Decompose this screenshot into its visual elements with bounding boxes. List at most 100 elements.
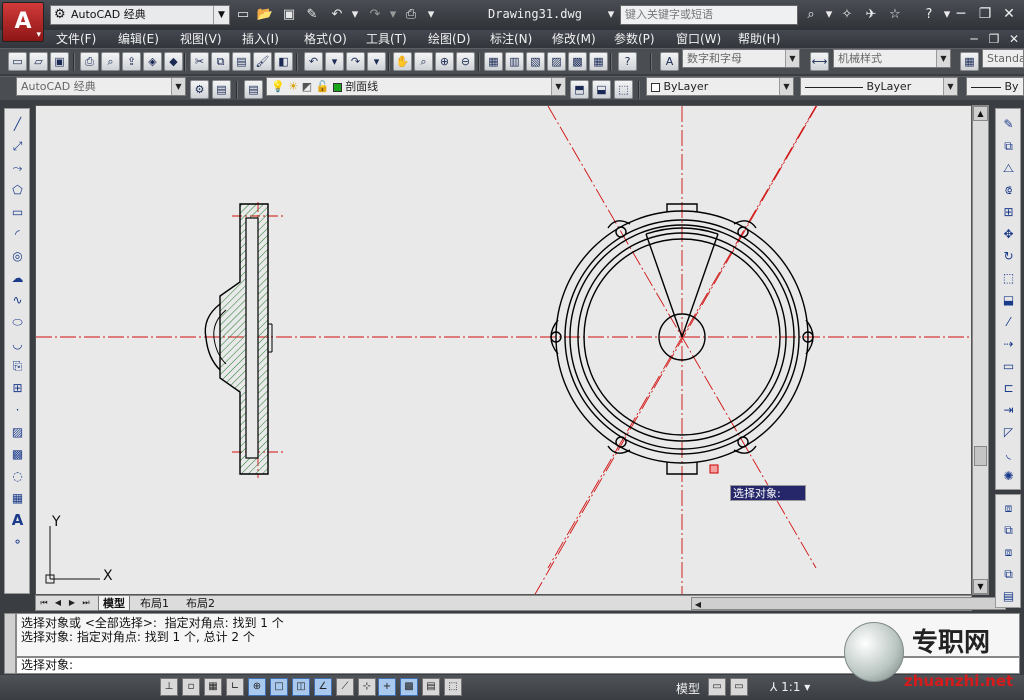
redo-dropdown-icon[interactable]: ▾ <box>384 6 402 24</box>
first-tab-icon[interactable]: ⏮ <box>38 597 50 609</box>
dynamic-ucs-icon[interactable]: ⟋ <box>336 678 354 696</box>
erase-icon[interactable]: ✎ <box>999 115 1018 134</box>
make-object-layer-current-icon[interactable]: ⬒ <box>570 80 589 99</box>
quick-view-drawings-icon[interactable]: ▭ <box>730 678 748 696</box>
selection-grip[interactable] <box>709 464 719 474</box>
bring-above-icon[interactable]: ⧈ <box>999 543 1018 562</box>
multiline-text-icon[interactable]: A <box>8 511 27 530</box>
zoom-previous-icon[interactable]: ⊖ <box>456 52 475 71</box>
chevron-down-icon[interactable]: ▼ <box>785 50 799 67</box>
spline-icon[interactable]: ∿ <box>8 291 27 310</box>
add-selected-icon[interactable]: ⚬ <box>8 533 27 552</box>
menu-draw[interactable]: 绘图(D) <box>428 31 471 47</box>
window-restore-icon[interactable]: ❐ <box>974 4 996 24</box>
new-icon[interactable]: ▭ <box>8 52 27 71</box>
drawing-svg[interactable]: Y X <box>36 106 972 595</box>
gradient-icon[interactable]: ▩ <box>8 445 27 464</box>
pan-icon[interactable]: ✋ <box>393 52 412 71</box>
layer-thaw-sun-icon[interactable]: ☀ <box>288 80 298 93</box>
mirror-icon[interactable]: ⧍ <box>999 159 1018 178</box>
lineweight-select[interactable]: By <box>966 77 1024 96</box>
polyline-icon[interactable]: ⤳ <box>8 159 27 178</box>
linetype-select[interactable]: ByLayer ▼ <box>800 77 958 96</box>
sheet-set-icon[interactable]: ▨ <box>547 52 566 71</box>
paste-icon[interactable]: ▤ <box>232 52 251 71</box>
chevron-down-icon[interactable]: ▼ <box>936 50 950 67</box>
construction-line-icon[interactable]: ⤢ <box>8 137 27 156</box>
menu-parametric[interactable]: 参数(P) <box>614 31 655 47</box>
region-icon[interactable]: ◌ <box>8 467 27 486</box>
drawing-canvas[interactable]: Y X <box>35 105 972 595</box>
dynamic-input-icon[interactable]: ⊹ <box>358 678 376 696</box>
scroll-left-icon[interactable]: ◀ <box>692 599 704 611</box>
snap-mode-icon[interactable]: ▫ <box>182 678 200 696</box>
table-icon[interactable]: ▦ <box>8 489 27 508</box>
etransmit-icon[interactable]: ◆ <box>164 52 183 71</box>
tab-model[interactable]: 模型 <box>98 596 130 611</box>
scale-icon[interactable]: ⬚ <box>999 269 1018 288</box>
vertical-scroll-thumb[interactable] <box>974 446 987 466</box>
scroll-up-icon[interactable]: ▲ <box>973 106 988 121</box>
cut-icon[interactable]: ✂ <box>190 52 209 71</box>
save-icon[interactable]: ▣ <box>280 6 298 24</box>
move-icon[interactable]: ✥ <box>999 225 1018 244</box>
quick-properties-icon[interactable]: ▤ <box>422 678 440 696</box>
layer-unlock-icon[interactable]: 🔓 <box>315 80 329 93</box>
offset-icon[interactable]: ⟃ <box>999 181 1018 200</box>
menu-file[interactable]: 文件(F) <box>56 31 96 47</box>
redo-list-icon[interactable]: ▾ <box>367 52 386 71</box>
workspace-selector[interactable]: ⚙ AutoCAD 经典 ▼ <box>50 5 230 25</box>
undo-icon[interactable]: ↶ <box>304 52 323 71</box>
chevron-down-icon[interactable]: ▼ <box>171 78 185 95</box>
menu-window[interactable]: 窗口(W) <box>676 31 721 47</box>
point-icon[interactable]: · <box>8 401 27 420</box>
bring-to-front-icon[interactable]: ⧈ <box>999 499 1018 518</box>
open-icon[interactable]: ▱ <box>29 52 48 71</box>
table-style-select[interactable]: Standa <box>982 49 1024 68</box>
chevron-down-icon[interactable]: ▼ <box>779 78 793 95</box>
extend-icon[interactable]: ⇢ <box>999 335 1018 354</box>
binoculars-icon[interactable]: ⌕ <box>802 6 820 24</box>
redo-icon[interactable]: ↷ <box>366 6 384 24</box>
chevron-down-icon[interactable]: ▼ <box>213 6 229 24</box>
menu-tools[interactable]: 工具(T) <box>366 31 407 47</box>
insert-block-icon[interactable]: ⎘ <box>8 357 27 376</box>
subscription-center-icon[interactable]: ✧ <box>838 6 856 24</box>
tab-layout2[interactable]: 布局2 <box>182 596 219 611</box>
help-icon[interactable]: ? <box>920 6 938 24</box>
vertical-scrollbar[interactable]: ▲ ▼ <box>972 105 989 595</box>
layer-state-icon[interactable]: ⬚ <box>614 80 633 99</box>
chevron-down-icon[interactable]: ▼ <box>551 78 565 95</box>
menu-view[interactable]: 视图(V) <box>180 31 222 47</box>
minimize-ribbon-icon[interactable]: ▾ <box>602 6 620 24</box>
menu-insert[interactable]: 插入(I) <box>242 31 279 47</box>
application-menu-button[interactable]: A ▾ <box>2 2 44 42</box>
undo-list-icon[interactable]: ▾ <box>325 52 344 71</box>
zoom-realtime-icon[interactable]: ⌕ <box>414 52 433 71</box>
next-tab-icon[interactable]: ▶ <box>66 597 78 609</box>
explode-icon[interactable]: ✺ <box>999 467 1018 486</box>
3d-object-snap-icon[interactable]: ◫ <box>292 678 310 696</box>
dim-style-icon[interactable]: ⟷ <box>810 52 829 71</box>
selection-cycling-icon[interactable]: ⬚ <box>444 678 462 696</box>
plot-preview-icon[interactable]: ⌕ <box>101 52 120 71</box>
search-dropdown-icon[interactable]: ▾ <box>820 6 838 24</box>
send-to-back-icon[interactable]: ⧉ <box>999 521 1018 540</box>
model-space-label[interactable]: 模型 <box>676 680 700 697</box>
circle-icon[interactable]: ◎ <box>8 247 27 266</box>
quick-access-dropdown-icon[interactable]: ▾ <box>422 6 440 24</box>
quickcalc-icon[interactable]: ▦ <box>589 52 608 71</box>
drawing-restore-icon[interactable]: ❐ <box>986 31 1002 47</box>
open-folder-icon[interactable]: 📂 <box>256 6 274 24</box>
menu-help[interactable]: 帮助(H) <box>738 31 780 47</box>
revision-cloud-icon[interactable]: ☁ <box>8 269 27 288</box>
undo-dropdown-icon[interactable]: ▾ <box>346 6 364 24</box>
window-minimize-icon[interactable]: ─ <box>950 4 972 24</box>
annotation-scale[interactable]: ⅄ 1:1 ▾ <box>770 680 810 694</box>
text-style-icon[interactable]: A <box>660 52 679 71</box>
join-icon[interactable]: ⇥ <box>999 401 1018 420</box>
transparency-toggle-icon[interactable]: ▩ <box>400 678 418 696</box>
color-select[interactable]: ByLayer ▼ <box>646 77 794 96</box>
last-tab-icon[interactable]: ⏭ <box>80 597 92 609</box>
send-under-icon[interactable]: ⧉ <box>999 565 1018 584</box>
